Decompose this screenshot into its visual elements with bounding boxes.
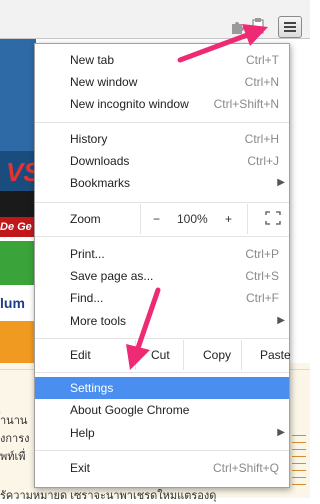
menu-item-shortcut: Ctrl+F [246, 291, 279, 305]
page-text-line: พท์เพื่ [0, 451, 26, 463]
fullscreen-icon[interactable] [265, 211, 281, 225]
page-text-line: งการง [0, 433, 30, 445]
zoom-row: Zoom − 100% + [35, 204, 289, 234]
menu-item-print[interactable]: Print... Ctrl+P [35, 243, 289, 265]
menu-separator [35, 450, 289, 451]
menu-item-exit[interactable]: Exit Ctrl+Shift+Q [35, 457, 289, 479]
menu-item-shortcut: Ctrl+S [245, 269, 279, 283]
menu-item-label: Find... [70, 291, 104, 305]
page-orange-block [0, 321, 36, 363]
annotation-arrow-to-settings [126, 287, 161, 370]
page-banner [0, 39, 36, 151]
menu-item-label: New tab [70, 53, 115, 67]
menu-separator [35, 202, 289, 203]
menu-item-new-incognito-window[interactable]: New incognito window Ctrl+Shift+N [35, 93, 289, 115]
menu-item-label: Settings [70, 381, 114, 395]
chrome-menu-button[interactable] [278, 16, 302, 38]
zoom-in-button[interactable]: + [225, 212, 232, 226]
paste-button[interactable]: Paste [260, 348, 291, 362]
menu-item-shortcut: Ctrl+H [244, 132, 279, 146]
menu-separator [35, 236, 289, 237]
zoom-level: 100% [177, 212, 208, 226]
menu-item-label: More tools [70, 314, 127, 328]
menu-item-label: Print... [70, 247, 105, 261]
page-heading-fragment: lum [0, 285, 36, 321]
menu-item-label: Help [70, 426, 95, 440]
page-text-line: ้านาน [0, 415, 28, 427]
submenu-arrow-icon: ▶ [277, 427, 285, 438]
menu-item-shortcut: Ctrl+Shift+N [213, 97, 279, 111]
menu-item-label: Downloads [70, 154, 130, 168]
menu-item-shortcut: Ctrl+Shift+Q [212, 461, 279, 475]
chrome-main-menu: New tab Ctrl+T New window Ctrl+N New inc… [34, 43, 291, 488]
page-text-line: รัความหมายด เซราจะนาพาเชรดใหมแตรองดุ [0, 490, 217, 502]
menu-item-label: History [70, 132, 108, 146]
menu-item-downloads[interactable]: Downloads Ctrl+J [35, 150, 289, 172]
menu-separator [35, 122, 289, 123]
menu-item-history[interactable]: History Ctrl+H [35, 128, 289, 150]
menu-item-help[interactable]: Help ▶ [35, 422, 289, 444]
annotation-arrow-to-menu-button [177, 24, 268, 63]
zoom-out-button[interactable]: − [153, 212, 160, 226]
menu-item-bookmarks[interactable]: Bookmarks ▶ [35, 172, 289, 194]
edit-label: Edit [70, 348, 91, 362]
menu-item-shortcut: Ctrl+N [244, 75, 279, 89]
menu-item-label: New window [70, 75, 138, 89]
page-red-strip: De Ge [0, 217, 36, 237]
submenu-arrow-icon: ▶ [277, 315, 285, 326]
page-scroll-decoration [292, 429, 306, 489]
zoom-label: Zoom [70, 212, 101, 226]
menu-item-settings[interactable]: Settings [35, 377, 289, 399]
menu-item-label: Bookmarks [70, 176, 131, 190]
menu-item-about-google-chrome[interactable]: About Google Chrome [35, 399, 289, 421]
menu-item-label: About Google Chrome [70, 403, 190, 417]
page-strip [0, 191, 36, 217]
copy-button[interactable]: Copy [203, 348, 231, 362]
page-green-block [0, 241, 36, 285]
menu-item-shortcut: Ctrl+J [247, 154, 279, 168]
menu-item-shortcut: Ctrl+P [245, 247, 279, 261]
menu-item-label: New incognito window [70, 97, 189, 111]
menu-item-label: Exit [70, 461, 91, 475]
menu-separator [35, 372, 289, 373]
submenu-arrow-icon: ▶ [277, 177, 285, 188]
menu-item-new-window[interactable]: New window Ctrl+N [35, 71, 289, 93]
